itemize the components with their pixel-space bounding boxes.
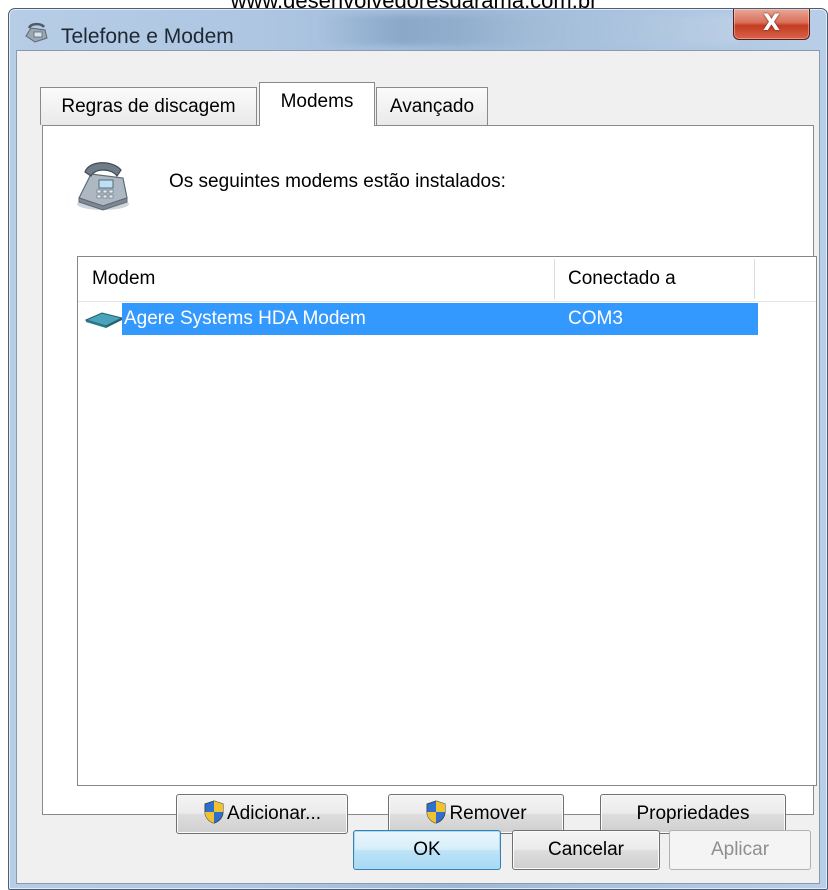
window-title: Telefone e Modem	[61, 25, 234, 48]
properties-button[interactable]: Propriedades	[600, 794, 786, 834]
tab-modems[interactable]: Modems	[259, 82, 375, 126]
column-header-connected-to[interactable]: Conectado a	[554, 257, 754, 301]
tab-avancado[interactable]: Avançado	[376, 87, 488, 125]
title-bar[interactable]: Telefone e Modem X	[9, 9, 827, 51]
modems-tab-panel: Os seguintes modems estão instalados: Mo…	[42, 125, 817, 834]
column-divider[interactable]	[754, 259, 755, 299]
modem-port-cell: COM3	[558, 303, 758, 335]
add-button-label: Adicionar...	[227, 803, 321, 824]
list-item[interactable]: Agere Systems HDA Modem COM3	[82, 303, 758, 335]
dialog-client-area: Regras de discagem Modems Avançado Os se…	[16, 50, 820, 884]
title-bar-background-blur	[319, 15, 739, 45]
modem-icon	[84, 312, 124, 328]
cancel-button[interactable]: Cancelar	[512, 830, 660, 870]
apply-button: Aplicar	[669, 830, 811, 870]
close-icon: X	[763, 11, 780, 36]
ok-button[interactable]: OK	[353, 830, 501, 870]
column-header-modem[interactable]: Modem	[78, 257, 554, 301]
modems-list[interactable]: Modem Conectado a Agere Systems HDA Mode…	[77, 256, 817, 786]
remove-modem-button[interactable]: Remover	[388, 794, 564, 834]
phone-icon	[25, 22, 48, 43]
dialog-window: Telefone e Modem X Regras de discagem Mo…	[8, 8, 828, 890]
modem-name-cell: Agere Systems HDA Modem	[122, 303, 560, 335]
uac-shield-icon	[204, 800, 224, 824]
add-modem-button[interactable]: Adicionar...	[176, 794, 348, 834]
remove-button-label: Remover	[449, 803, 527, 824]
telephone-icon	[77, 162, 129, 211]
close-button[interactable]: X	[733, 9, 810, 40]
installed-modems-label: Os seguintes modems estão instalados:	[169, 171, 506, 192]
tab-regras-de-discagem[interactable]: Regras de discagem	[40, 87, 257, 125]
list-header: Modem Conectado a	[78, 257, 816, 302]
uac-shield-icon	[426, 800, 446, 824]
